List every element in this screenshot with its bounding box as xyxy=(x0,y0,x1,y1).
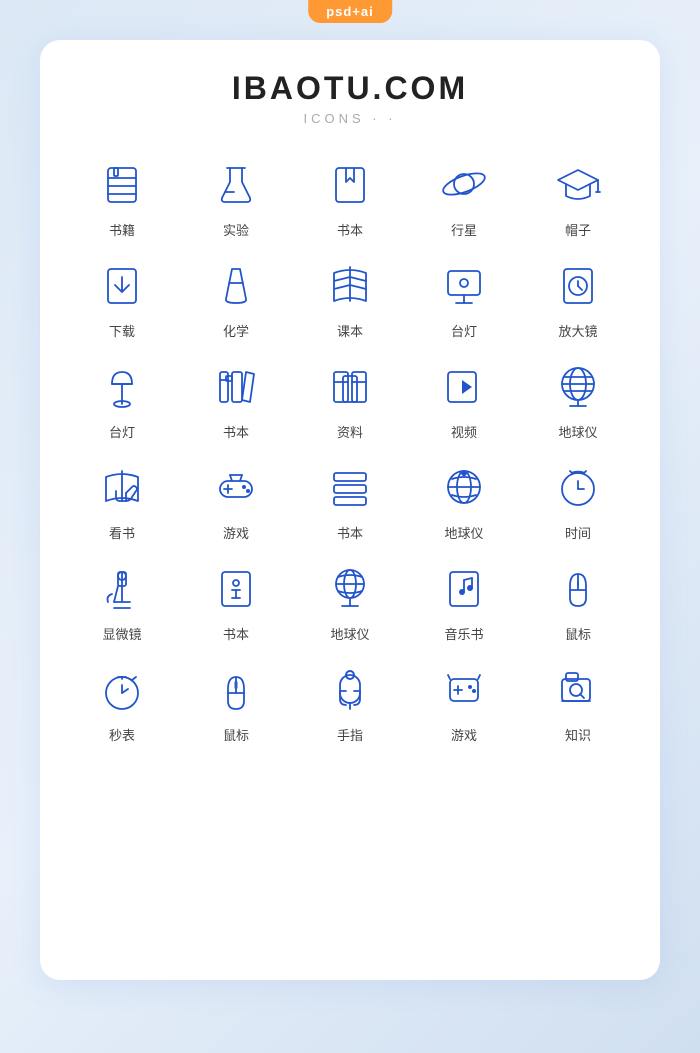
icon-label: 知识 xyxy=(565,725,591,744)
list-item: 书本 xyxy=(184,358,288,441)
list-item: 书本 xyxy=(298,459,402,542)
card-subtitle: ICONS · · xyxy=(60,111,640,126)
icon-label: 视频 xyxy=(451,422,477,441)
video-icon xyxy=(436,358,492,414)
flask-icon xyxy=(208,156,264,212)
icon-label: 地球仪 xyxy=(330,624,369,643)
list-item: 地球仪 xyxy=(412,459,516,542)
magnifier-icon xyxy=(550,257,606,313)
gamepad-icon xyxy=(208,459,264,515)
list-item: 化学 xyxy=(184,257,288,340)
list-item: 地球仪 xyxy=(526,358,630,441)
list-item: 台灯 xyxy=(412,257,516,340)
icon-label: 化学 xyxy=(223,321,249,340)
list-item: 课本 xyxy=(298,257,402,340)
data-icon xyxy=(322,358,378,414)
icon-label: 显微镜 xyxy=(102,624,141,643)
time-icon xyxy=(550,459,606,515)
textbook-icon xyxy=(322,257,378,313)
book-icon xyxy=(94,156,150,212)
lamp-icon xyxy=(94,358,150,414)
icon-label: 台灯 xyxy=(451,321,477,340)
knowledge-icon xyxy=(550,661,606,717)
list-item: 书本 xyxy=(298,156,402,239)
list-item: 行星 xyxy=(412,156,516,239)
icon-label: 帽子 xyxy=(565,220,591,239)
icons-grid: 书籍 实验 书本 xyxy=(60,156,640,744)
list-item: 台灯 xyxy=(70,358,174,441)
globe2-icon xyxy=(436,459,492,515)
list-item: 游戏 xyxy=(184,459,288,542)
list-item: 游戏 xyxy=(412,661,516,744)
icon-label: 时间 xyxy=(565,523,591,542)
icon-label: 鼠标 xyxy=(223,725,249,744)
list-item: 视频 xyxy=(412,358,516,441)
globe-icon xyxy=(550,358,606,414)
icon-label: 书本 xyxy=(337,523,363,542)
card-header: IBAOTU.COM ICONS · · xyxy=(60,70,640,126)
chemistry-icon xyxy=(208,257,264,313)
list-item: 时间 xyxy=(526,459,630,542)
icon-label: 资料 xyxy=(337,422,363,441)
icon-label: 放大镜 xyxy=(558,321,597,340)
list-item: 秒表 xyxy=(70,661,174,744)
bookmark-book-icon xyxy=(322,156,378,212)
bookset-icon xyxy=(208,358,264,414)
icon-label: 台灯 xyxy=(109,422,135,441)
top-badge: psd+ai xyxy=(308,0,392,23)
icon-label: 地球仪 xyxy=(444,523,483,542)
list-item: 放大镜 xyxy=(526,257,630,340)
icon-label: 看书 xyxy=(109,523,135,542)
reading-icon xyxy=(94,459,150,515)
icon-label: 秒表 xyxy=(109,725,135,744)
finger-icon xyxy=(322,661,378,717)
list-item: 资料 xyxy=(298,358,402,441)
globe3-icon xyxy=(322,560,378,616)
stopwatch-icon xyxy=(94,661,150,717)
icon-label: 书本 xyxy=(223,422,249,441)
icon-label: 鼠标 xyxy=(565,624,591,643)
graduation-hat-icon xyxy=(550,156,606,212)
main-card: IBAOTU.COM ICONS · · 书籍 xyxy=(40,40,660,980)
list-item: 下载 xyxy=(70,257,174,340)
list-item: 书本 xyxy=(184,560,288,643)
list-item: 鼠标 xyxy=(526,560,630,643)
mouse-icon xyxy=(550,560,606,616)
planet-icon xyxy=(436,156,492,212)
list-item: 手指 xyxy=(298,661,402,744)
list-item: 看书 xyxy=(70,459,174,542)
icon-label: 手指 xyxy=(337,725,363,744)
list-item: 显微镜 xyxy=(70,560,174,643)
icon-label: 游戏 xyxy=(223,523,249,542)
list-item: 地球仪 xyxy=(298,560,402,643)
icon-label: 音乐书 xyxy=(444,624,483,643)
icon-label: 下载 xyxy=(109,321,135,340)
icon-label: 地球仪 xyxy=(558,422,597,441)
icon-label: 实验 xyxy=(223,220,249,239)
list-item: 帽子 xyxy=(526,156,630,239)
mouse2-icon xyxy=(208,661,264,717)
music-book-icon xyxy=(436,560,492,616)
icon-label: 书本 xyxy=(337,220,363,239)
info-book-icon xyxy=(208,560,264,616)
list-item: 鼠标 xyxy=(184,661,288,744)
microscope-icon xyxy=(94,560,150,616)
list-item: 书籍 xyxy=(70,156,174,239)
card-title: IBAOTU.COM xyxy=(60,70,640,107)
icon-label: 游戏 xyxy=(451,725,477,744)
game-icon xyxy=(436,661,492,717)
icon-label: 行星 xyxy=(451,220,477,239)
books-stack-icon xyxy=(322,459,378,515)
list-item: 实验 xyxy=(184,156,288,239)
icon-label: 书本 xyxy=(223,624,249,643)
icon-label: 课本 xyxy=(337,321,363,340)
list-item: 知识 xyxy=(526,661,630,744)
download-icon xyxy=(94,257,150,313)
icon-label: 书籍 xyxy=(109,220,135,239)
list-item: 音乐书 xyxy=(412,560,516,643)
desk-lamp2-icon xyxy=(436,257,492,313)
